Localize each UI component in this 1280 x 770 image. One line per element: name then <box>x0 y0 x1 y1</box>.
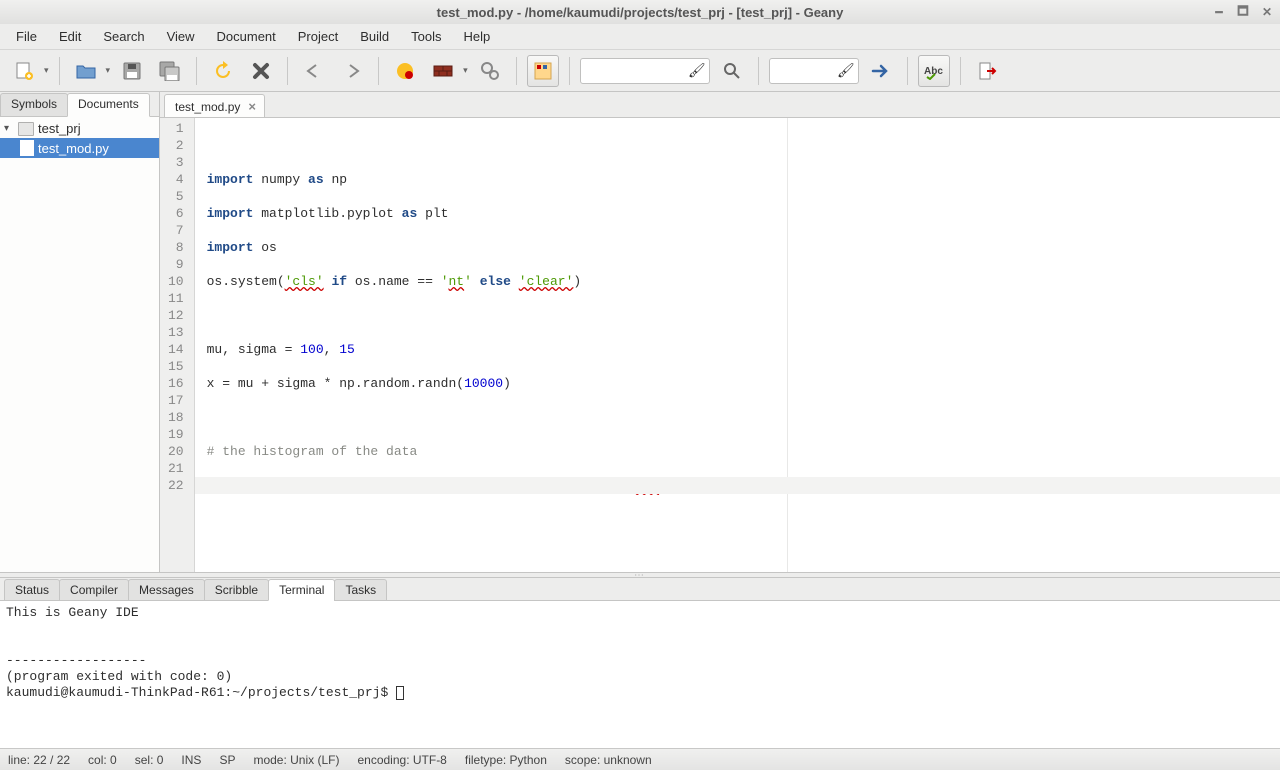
code-content[interactable]: import numpy as np import matplotlib.pyp… <box>195 118 1280 572</box>
open-file-button[interactable] <box>70 55 102 87</box>
status-sp: SP <box>219 753 235 767</box>
nav-forward-button[interactable] <box>336 55 368 87</box>
find-button[interactable] <box>716 55 748 87</box>
spellcheck-icon: Abc <box>923 62 945 80</box>
statusbar: line: 22 / 22 col: 0 sel: 0 INS SP mode:… <box>0 748 1280 770</box>
margin-guide <box>787 118 788 572</box>
status-filetype: filetype: Python <box>465 753 547 767</box>
tab-compiler[interactable]: Compiler <box>59 579 129 601</box>
sidebar-tab-symbols[interactable]: Symbols <box>0 93 68 117</box>
file-icon <box>20 140 34 156</box>
menu-project[interactable]: Project <box>288 25 348 48</box>
build-button[interactable] <box>427 55 459 87</box>
tab-terminal[interactable]: Terminal <box>268 579 335 601</box>
menu-build[interactable]: Build <box>350 25 399 48</box>
arrow-left-icon <box>304 63 324 79</box>
current-line-highlight <box>195 477 1280 494</box>
menu-edit[interactable]: Edit <box>49 25 91 48</box>
dropdown-icon[interactable]: ▾ <box>106 65 111 76</box>
minimize-icon[interactable]: 🗕 <box>1212 5 1226 19</box>
tab-tasks[interactable]: Tasks <box>334 579 387 601</box>
quit-button[interactable] <box>971 55 1003 87</box>
terminal-cursor <box>396 686 404 700</box>
new-file-button[interactable] <box>8 55 40 87</box>
brick-icon <box>432 62 454 80</box>
arrow-right-icon <box>342 63 362 79</box>
menu-tools[interactable]: Tools <box>401 25 451 48</box>
dropdown-icon[interactable]: ▾ <box>463 65 468 76</box>
color-picker-icon <box>533 61 553 81</box>
goto-line-button[interactable] <box>865 55 897 87</box>
menu-document[interactable]: Document <box>207 25 286 48</box>
tab-status[interactable]: Status <box>4 579 60 601</box>
status-sel: sel: 0 <box>135 753 164 767</box>
maximize-icon[interactable]: 🗖 <box>1236 5 1250 19</box>
titlebar: test_mod.py - /home/kaumudi/projects/tes… <box>0 0 1280 24</box>
terminal-output[interactable]: This is Geany IDE ------------------ (pr… <box>0 601 1280 748</box>
terminal-text: This is Geany IDE ------------------ (pr… <box>6 605 232 684</box>
revert-button[interactable] <box>207 55 239 87</box>
status-col: col: 0 <box>88 753 117 767</box>
exit-icon <box>977 61 997 81</box>
clear-goto-icon[interactable]: 🖌 <box>837 62 855 79</box>
project-name: test_prj <box>38 121 81 136</box>
line-gutter: 12345678910111213141516171819202122 <box>160 118 195 572</box>
revert-icon <box>213 61 233 81</box>
menubar: File Edit Search View Document Project B… <box>0 24 1280 50</box>
editor-tabs: test_mod.py × <box>160 92 1280 118</box>
folder-open-icon <box>75 62 97 80</box>
bottom-panel: Status Compiler Messages Scribble Termin… <box>0 578 1280 748</box>
color-chooser-button[interactable] <box>527 55 559 87</box>
compile-button[interactable] <box>389 55 421 87</box>
status-ins: INS <box>181 753 201 767</box>
file-name: test_mod.py <box>38 141 109 156</box>
tree-folder[interactable]: test_prj <box>0 119 159 138</box>
close-button[interactable] <box>245 55 277 87</box>
new-file-icon <box>14 61 34 81</box>
editor-tab-label: test_mod.py <box>175 100 240 114</box>
nav-back-button[interactable] <box>298 55 330 87</box>
status-line: line: 22 / 22 <box>8 753 70 767</box>
save-button[interactable] <box>116 55 148 87</box>
editor-tab[interactable]: test_mod.py × <box>164 94 265 117</box>
menu-help[interactable]: Help <box>454 25 501 48</box>
main-area: Symbols Documents test_prj test_mod.py t… <box>0 92 1280 572</box>
tab-scribble[interactable]: Scribble <box>204 579 269 601</box>
menu-file[interactable]: File <box>6 25 47 48</box>
save-all-icon <box>159 61 181 81</box>
compile-icon <box>395 61 415 81</box>
status-mode: mode: Unix (LF) <box>253 753 339 767</box>
menu-view[interactable]: View <box>157 25 205 48</box>
save-icon <box>122 61 142 81</box>
status-scope: scope: unknown <box>565 753 652 767</box>
save-all-button[interactable] <box>154 55 186 87</box>
terminal-prompt: kaumudi@kaumudi-ThinkPad-R61:~/projects/… <box>6 685 396 700</box>
editor-body[interactable]: 12345678910111213141516171819202122 impo… <box>160 118 1280 572</box>
goto-icon <box>870 61 892 81</box>
folder-icon <box>18 122 34 136</box>
dropdown-icon[interactable]: ▾ <box>44 65 49 76</box>
window-title: test_mod.py - /home/kaumudi/projects/tes… <box>437 5 844 20</box>
tab-close-icon[interactable]: × <box>248 99 256 114</box>
spellcheck-button[interactable]: Abc <box>918 55 950 87</box>
execute-button[interactable] <box>474 55 506 87</box>
editor-area: test_mod.py × 12345678910111213141516171… <box>160 92 1280 572</box>
tab-messages[interactable]: Messages <box>128 579 205 601</box>
sidebar-tab-documents[interactable]: Documents <box>67 93 150 117</box>
sidebar: Symbols Documents test_prj test_mod.py <box>0 92 160 572</box>
gears-icon <box>480 61 500 81</box>
toolbar: ▾ ▾ ▾ 🖌 🖌 <box>0 50 1280 92</box>
close-icon[interactable]: ✕ <box>1260 5 1274 19</box>
tree-file[interactable]: test_mod.py <box>0 138 159 158</box>
document-tree: test_prj test_mod.py <box>0 116 159 572</box>
search-icon <box>722 61 742 81</box>
clear-search-icon[interactable]: 🖌 <box>688 62 706 79</box>
menu-search[interactable]: Search <box>93 25 154 48</box>
close-file-icon <box>251 61 271 81</box>
status-encoding: encoding: UTF-8 <box>357 753 446 767</box>
